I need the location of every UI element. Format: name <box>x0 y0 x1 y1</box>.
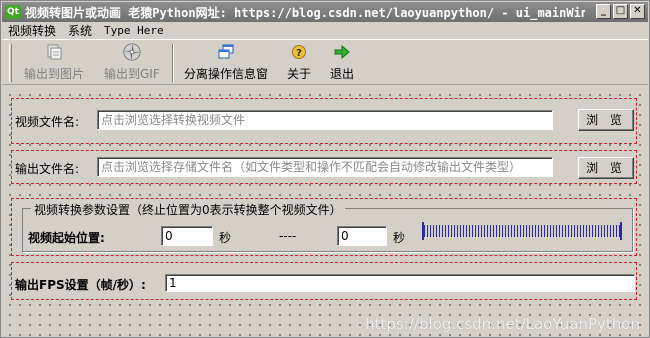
output-image-label: 输出到图片 <box>24 67 85 81</box>
close-button[interactable]: ✕ <box>630 4 645 19</box>
fps-input[interactable]: 1 <box>165 274 635 292</box>
video-file-input[interactable]: 点击浏览选择转换视频文件 <box>97 110 553 130</box>
about-label: 关于 <box>287 67 312 81</box>
output-browse-button[interactable]: 浏 览 <box>578 157 634 179</box>
video-browse-button[interactable]: 浏 览 <box>578 109 634 131</box>
start-unit-label: 秒 <box>219 231 232 245</box>
main-window: Qt 视频转图片或动画 老猿Python网址: https://blog.csd… <box>0 0 650 338</box>
start-position-label: 视频起始位置: <box>28 231 105 245</box>
position-slider[interactable] <box>422 222 622 240</box>
exit-button[interactable]: 退出 <box>330 42 354 82</box>
params-legend: 视频转换参数设置（终止位置为0表示转换整个视频文件） <box>31 201 345 218</box>
windows-icon <box>216 42 236 62</box>
toolbar-grip[interactable] <box>9 44 12 82</box>
toolbar-separator <box>172 44 174 82</box>
svg-text:?: ? <box>296 48 302 59</box>
detach-info-window-label: 分离操作信息窗 <box>184 67 269 81</box>
title-bar[interactable]: Qt 视频转图片或动画 老猿Python网址: https://blog.csd… <box>2 2 648 22</box>
start-position-input[interactable]: 0 <box>161 226 213 246</box>
output-file-label: 输出文件名: <box>15 162 80 176</box>
output-gif-button[interactable]: 输出到GIF <box>104 42 160 82</box>
menu-video-convert[interactable]: 视频转换 <box>2 23 62 39</box>
slider-track[interactable] <box>424 225 620 237</box>
output-file-input[interactable]: 点击浏览选择存储文件名（如文件类型和操作不匹配会自动修改输出文件类型） <box>97 157 553 177</box>
maximize-button[interactable]: □ <box>613 4 628 19</box>
about-button[interactable]: ? 关于 <box>287 42 311 82</box>
toolbar: 输出到图片 输出到GIF 分离操作信息窗 ? 关于 退出 <box>2 39 648 85</box>
fps-group: 输出FPS设置（帧/秒）: 1 <box>11 262 637 300</box>
slider-end-handle[interactable] <box>620 222 622 240</box>
exit-label: 退出 <box>330 67 355 81</box>
output-image-button[interactable]: 输出到图片 <box>24 42 84 82</box>
output-gif-label: 输出到GIF <box>104 67 160 81</box>
help-icon: ? <box>289 42 309 62</box>
watermark-text: https://blog.csdn.net/LaoYuanPython <box>365 315 640 333</box>
menu-type-here[interactable]: Type Here <box>98 23 170 39</box>
gif-output-icon <box>122 42 142 62</box>
window-controls: _ □ ✕ <box>596 4 645 19</box>
menu-system[interactable]: 系统 <box>62 23 98 39</box>
output-file-group: 输出文件名: 点击浏览选择存储文件名（如文件类型和操作不匹配会自动修改输出文件类… <box>11 150 637 184</box>
menu-bar: 视频转换 系统 Type Here <box>2 23 648 39</box>
qt-logo-icon: Qt <box>5 5 21 19</box>
exit-arrow-icon <box>332 42 352 62</box>
image-output-icon <box>44 42 64 62</box>
window-title: 视频转图片或动画 老猿Python网址: https://blog.csdn.n… <box>25 5 585 20</box>
video-file-label: 视频文件名: <box>15 115 80 129</box>
end-position-input[interactable]: 0 <box>337 226 387 246</box>
detach-info-window-button[interactable]: 分离操作信息窗 <box>184 42 268 82</box>
fps-label: 输出FPS设置（帧/秒）: <box>15 278 146 292</box>
params-group: 视频转换参数设置（终止位置为0表示转换整个视频文件） 视频起始位置: 0 秒 -… <box>11 198 637 256</box>
end-unit-label: 秒 <box>393 231 406 245</box>
video-file-group: 视频文件名: 点击浏览选择转换视频文件 浏 览 <box>11 98 637 144</box>
form-area: 视频文件名: 点击浏览选择转换视频文件 浏 览 输出文件名: 点击浏览选择存储文… <box>2 87 648 337</box>
minimize-button[interactable]: _ <box>596 4 611 19</box>
range-separator: ---- <box>279 229 297 243</box>
